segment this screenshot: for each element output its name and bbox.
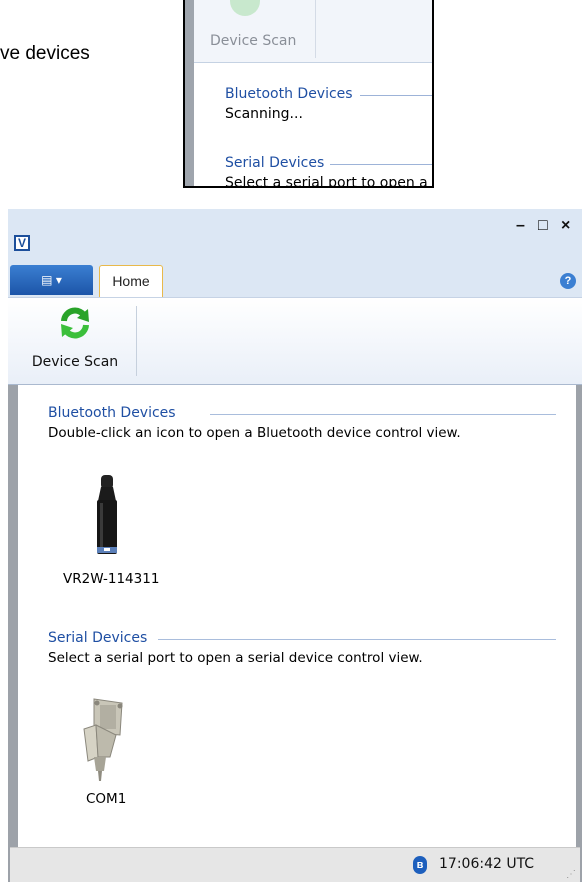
app-logo-icon[interactable]: V	[14, 235, 30, 251]
application-menu-button[interactable]: ▤ ▾	[10, 265, 93, 295]
help-icon[interactable]: ?	[560, 273, 576, 289]
ribbon-panel: Device Scan	[8, 297, 582, 385]
serial-port-item[interactable]: COM1	[48, 695, 148, 815]
receiver-device-icon	[97, 475, 117, 554]
bluetooth-section-hint: Double-click an icon to open a Bluetooth…	[48, 425, 461, 441]
inset-device-scan-button[interactable]: Device Scan	[195, 0, 316, 58]
inset-bluetooth-title: Bluetooth Devices	[225, 86, 353, 102]
bluetooth-device-item[interactable]: VR2W-114311	[48, 475, 159, 595]
maximize-button[interactable]: □	[538, 217, 548, 235]
inset-divider	[360, 95, 432, 96]
minimize-button[interactable]: –	[516, 217, 525, 235]
ribbon-separator	[136, 306, 137, 376]
bluetooth-section-title: Bluetooth Devices	[48, 405, 176, 421]
scanning-inset: Device Scan Bluetooth Devices Scanning..…	[183, 0, 434, 188]
status-time: 17:06:42 UTC	[439, 856, 535, 872]
serial-section-hint: Select a serial port to open a serial de…	[48, 650, 423, 666]
section-divider	[158, 639, 556, 640]
tab-home[interactable]: Home	[99, 265, 163, 297]
inset-serial-hint: Select a serial port to open a	[225, 175, 428, 188]
serial-section-title: Serial Devices	[48, 630, 148, 646]
refresh-icon	[61, 307, 89, 339]
device-scan-label: Device Scan	[31, 354, 119, 370]
inset-serial-title: Serial Devices	[225, 155, 325, 171]
resize-grip-icon[interactable]: ⋰	[566, 869, 576, 880]
status-bar: ʙ 17:06:42 UTC ⋰	[10, 847, 580, 882]
inset-device-scan-label: Device Scan	[210, 33, 297, 49]
section-divider	[210, 414, 556, 415]
title-bar: V – □ ×	[8, 209, 582, 263]
inset-border	[185, 0, 194, 186]
app-window: V – □ × ▤ ▾ Home ? Device Scan Bluetooth…	[8, 209, 582, 882]
serial-connector-icon	[83, 698, 123, 781]
ribbon-tab-row: ▤ ▾ Home ?	[8, 263, 582, 297]
inset-bluetooth-status: Scanning...	[225, 106, 303, 122]
caption-text: ve devices	[0, 43, 90, 64]
device-list-panel: Bluetooth Devices Double-click an icon t…	[18, 385, 576, 848]
refresh-icon	[230, 0, 260, 16]
bluetooth-icon[interactable]: ʙ	[413, 856, 427, 874]
device-scan-button[interactable]: Device Scan	[22, 302, 128, 380]
close-button[interactable]: ×	[561, 217, 570, 235]
serial-port-label: COM1	[86, 791, 127, 807]
inset-divider	[330, 164, 432, 165]
bluetooth-device-label: VR2W-114311	[63, 571, 160, 587]
